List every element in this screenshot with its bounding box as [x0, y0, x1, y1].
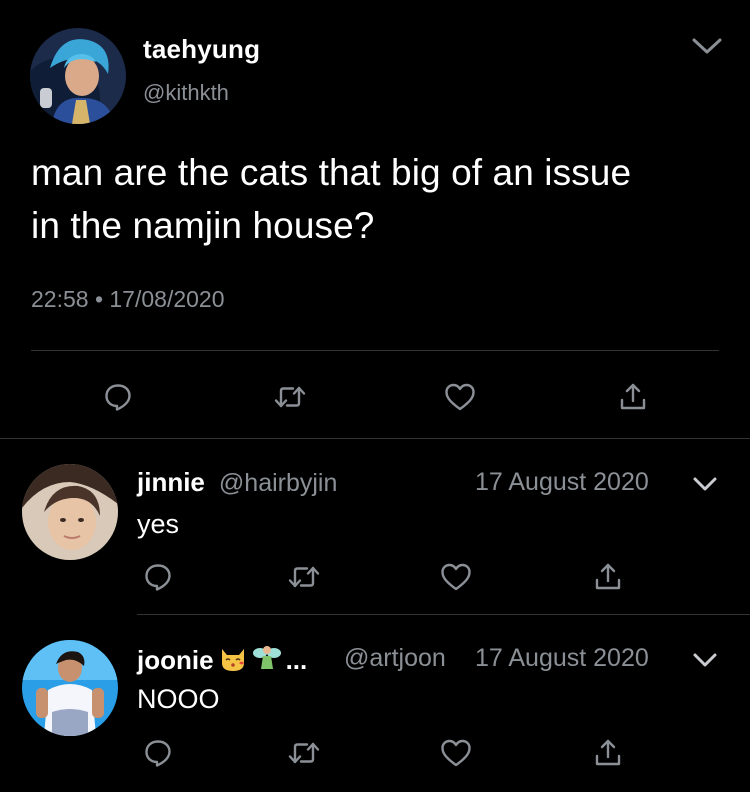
reply-date[interactable]: 17 August 2020 — [475, 644, 649, 673]
divider — [0, 438, 750, 439]
like-icon[interactable] — [443, 380, 477, 414]
author-name[interactable]: joonie — [137, 645, 214, 676]
tweet-text: man are the cats that big of an issue in… — [31, 146, 731, 252]
author-handle[interactable]: @kithkth — [143, 80, 229, 106]
author-name[interactable]: jinnie — [137, 467, 205, 498]
retweet-icon[interactable] — [273, 380, 307, 414]
reply-icon[interactable] — [141, 560, 175, 594]
tweet-timestamp[interactable]: 22:58 • 17/08/2020 — [31, 286, 225, 313]
fairy-icon — [252, 643, 282, 678]
avatar[interactable] — [30, 28, 126, 124]
share-icon[interactable] — [591, 736, 625, 770]
share-icon[interactable] — [591, 560, 625, 594]
divider — [137, 614, 750, 615]
divider — [31, 350, 719, 351]
name-ellipsis: ... — [285, 645, 308, 675]
chevron-down-icon[interactable] — [690, 34, 724, 58]
reply-header: joonie ... — [137, 643, 307, 678]
avatar[interactable] — [22, 640, 118, 736]
reply-header: jinnie @hairbyjin — [137, 467, 337, 498]
reply-icon[interactable] — [101, 380, 135, 414]
reply-icon[interactable] — [141, 736, 175, 770]
author-name[interactable]: taehyung — [143, 34, 260, 65]
share-icon[interactable] — [616, 380, 650, 414]
retweet-icon[interactable] — [287, 736, 321, 770]
like-icon[interactable] — [439, 560, 473, 594]
retweet-icon[interactable] — [287, 560, 321, 594]
reply-date[interactable]: 17 August 2020 — [475, 468, 649, 497]
like-icon[interactable] — [439, 736, 473, 770]
reply-text: NOOO — [137, 684, 220, 714]
tweet-text-line: in the namjin house? — [31, 205, 375, 246]
chevron-down-icon[interactable] — [692, 651, 718, 669]
kissing-cat-icon — [218, 643, 248, 678]
tweet-text-line: man are the cats that big of an issue — [31, 152, 632, 193]
chevron-down-icon[interactable] — [692, 475, 718, 493]
author-handle[interactable]: @artjoon — [344, 644, 446, 673]
avatar[interactable] — [22, 464, 118, 560]
reply-text: yes — [137, 509, 180, 539]
author-handle[interactable]: @hairbyjin — [219, 469, 337, 498]
